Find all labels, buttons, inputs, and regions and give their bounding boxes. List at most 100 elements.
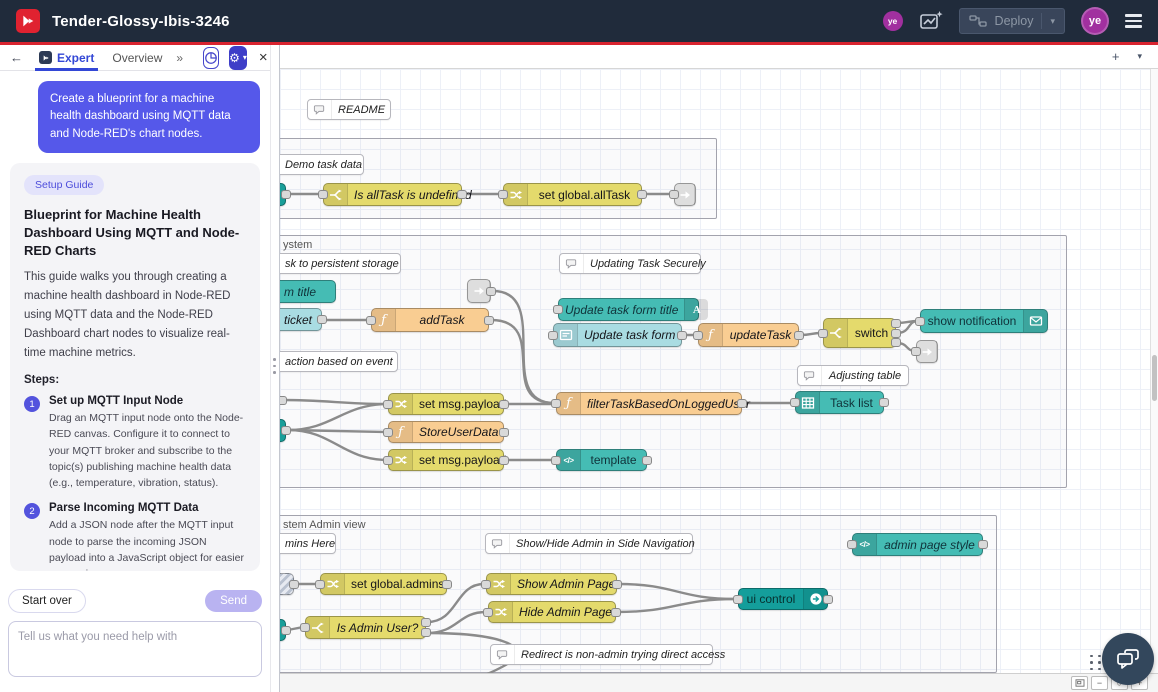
comment-action-based-on-event[interactable]: action based on event	[280, 351, 398, 372]
node-ticket[interactable]: ticket	[280, 308, 322, 331]
node-port[interactable]	[637, 190, 647, 199]
node-hide-admin-page[interactable]: Hide Admin Page	[488, 601, 616, 623]
scrollbar-thumb[interactable]	[1152, 355, 1157, 401]
back-button[interactable]: ←	[8, 50, 25, 65]
help-input[interactable]	[8, 621, 262, 677]
tab-expert[interactable]: Expert	[35, 45, 98, 71]
link-stub-mid[interactable]	[280, 419, 286, 442]
send-button[interactable]: Send	[205, 590, 262, 612]
node-filter-task[interactable]: ƒfilterTaskBasedOnLoggedUser	[556, 392, 742, 415]
node-port[interactable]	[317, 315, 327, 324]
node-port[interactable]	[483, 608, 493, 617]
node-link-out-mid[interactable]	[916, 340, 938, 363]
node-set-global-admins[interactable]: set global.admins	[320, 573, 447, 595]
collaborator-avatar[interactable]: ye	[883, 11, 903, 31]
node-port[interactable]	[442, 580, 452, 589]
zoom-out-button[interactable]: −	[1091, 676, 1108, 690]
node-port[interactable]	[642, 456, 652, 465]
tab-overview[interactable]: Overview	[108, 45, 166, 71]
node-port[interactable]	[693, 331, 703, 340]
node-port[interactable]	[499, 456, 509, 465]
node-is-admin-user[interactable]: Is Admin User?	[305, 616, 426, 639]
node-task-list[interactable]: Task list	[795, 391, 884, 414]
group-demo-task-data[interactable]	[280, 138, 717, 219]
comment-redirect-non-admin[interactable]: Redirect is non-admin trying direct acce…	[490, 644, 713, 665]
port-stub-mid[interactable]	[280, 396, 287, 405]
node-port[interactable]	[915, 317, 925, 326]
node-port[interactable]	[281, 426, 291, 435]
deploy-caret-icon[interactable]: ▾	[1050, 16, 1055, 27]
node-port[interactable]	[823, 595, 833, 604]
node-port[interactable]	[612, 580, 622, 589]
node-admin-page-style[interactable]: </>admin page style	[852, 533, 983, 556]
menu-icon[interactable]	[1125, 14, 1142, 28]
fab-drag-handle[interactable]	[1090, 655, 1102, 671]
node-port[interactable]	[383, 456, 393, 465]
add-flow-button[interactable]: +	[1112, 50, 1120, 63]
node-port[interactable]	[421, 628, 431, 637]
node-port[interactable]	[737, 399, 747, 408]
node-template[interactable]: </>template	[556, 449, 647, 471]
node-ui-control[interactable]: ui control	[738, 588, 828, 610]
node-update-task-form-title[interactable]: Update task form titleA	[558, 298, 699, 321]
minimap-button[interactable]	[1071, 676, 1088, 690]
node-port[interactable]	[551, 456, 561, 465]
comment-admins-here[interactable]: mins Here	[280, 533, 336, 554]
settings-button[interactable]: ⚙ ▾	[229, 46, 247, 70]
node-port[interactable]	[548, 331, 558, 340]
node-set-msg-payload-2[interactable]: set msg.payload	[388, 449, 504, 471]
node-link-out-top[interactable]	[674, 183, 696, 206]
node-port[interactable]	[499, 400, 509, 409]
node-port[interactable]	[484, 316, 494, 325]
node-port[interactable]	[891, 338, 901, 347]
node-set-msg-payload-1[interactable]: set msg.payload	[388, 393, 504, 415]
node-task-form-title[interactable]: m titleA	[280, 280, 336, 303]
node-show-admin-page[interactable]: Show Admin Page	[486, 573, 617, 595]
node-port[interactable]	[421, 618, 431, 627]
node-port[interactable]	[499, 428, 509, 437]
comment-persistent-storage[interactable]: sk to persistent storage	[280, 253, 401, 274]
node-port[interactable]	[315, 580, 325, 589]
node-port[interactable]	[498, 190, 508, 199]
node-port[interactable]	[486, 287, 496, 296]
node-show-notification[interactable]: show notification	[920, 309, 1048, 333]
node-port[interactable]	[551, 399, 561, 408]
assistant-chat-fab[interactable]	[1102, 633, 1154, 685]
more-tabs-chevron[interactable]: »	[176, 51, 183, 65]
comment-adjusting-table[interactable]: Adjusting table	[797, 365, 909, 386]
node-port[interactable]	[978, 540, 988, 549]
node-port[interactable]	[794, 331, 804, 340]
canvas-scrollbar[interactable]	[1150, 69, 1158, 673]
comment-demo-task-data[interactable]: Demo task data	[280, 154, 364, 175]
node-port[interactable]	[669, 190, 679, 199]
node-storeuserdata[interactable]: ƒStoreUserData	[388, 421, 504, 443]
node-link-in-mid[interactable]	[467, 279, 491, 303]
node-port[interactable]	[318, 190, 328, 199]
start-over-button[interactable]: Start over	[8, 589, 86, 613]
node-port[interactable]	[457, 190, 467, 199]
node-port[interactable]	[383, 400, 393, 409]
node-port[interactable]	[677, 331, 687, 340]
node-switch[interactable]: switch	[823, 318, 896, 348]
user-avatar[interactable]: ye	[1081, 7, 1109, 35]
comment-readme[interactable]: README	[307, 99, 391, 120]
link-stub-top[interactable]	[280, 183, 286, 206]
node-port[interactable]	[366, 316, 376, 325]
node-updatetask[interactable]: ƒupdateTask	[698, 323, 799, 347]
node-set-global-alltask[interactable]: set global.allTask	[503, 183, 642, 206]
node-port[interactable]	[281, 190, 291, 199]
node-port[interactable]	[891, 329, 901, 338]
node-port[interactable]	[383, 428, 393, 437]
node-port[interactable]	[553, 305, 563, 314]
comment-updating-task-securely[interactable]: Updating Task Securely	[559, 253, 701, 274]
node-port[interactable]	[847, 540, 857, 549]
flow-list-caret-icon[interactable]: ▾	[1137, 52, 1142, 61]
node-is-alltask-undefined[interactable]: Is allTask is undefined	[323, 183, 462, 206]
node-addtask[interactable]: ƒaddTask	[371, 308, 489, 332]
comment-show-hide-admin[interactable]: Show/Hide Admin in Side Navigation	[485, 533, 693, 554]
node-port[interactable]	[911, 347, 921, 356]
node-port[interactable]	[790, 398, 800, 407]
node-port[interactable]	[733, 595, 743, 604]
ai-assistant-icon[interactable]	[919, 10, 943, 32]
node-port[interactable]	[300, 623, 310, 632]
